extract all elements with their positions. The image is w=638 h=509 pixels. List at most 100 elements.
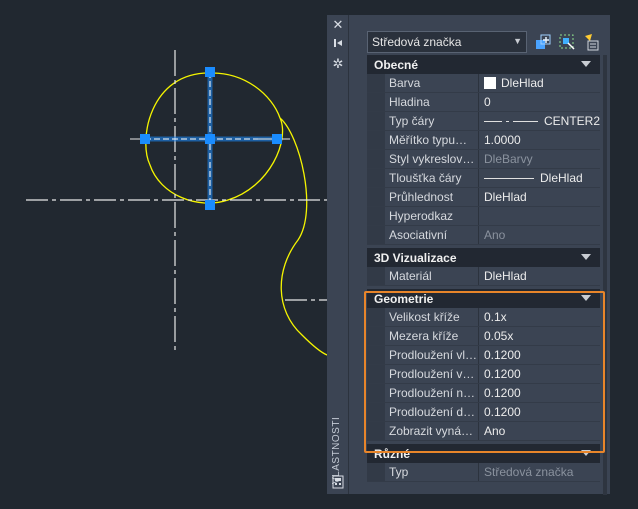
property-value[interactable]	[479, 207, 600, 225]
property-label: Prodloužení n…	[385, 384, 479, 402]
property-value[interactable]: 0.1x	[479, 308, 600, 326]
select-objects-icon[interactable]	[557, 32, 577, 52]
property-value-text: DleHlad	[501, 76, 544, 90]
collapse-caret-icon[interactable]	[581, 254, 591, 260]
collapse-caret-icon[interactable]	[581, 295, 591, 301]
property-label: Průhlednost	[385, 188, 479, 206]
row-gutter	[367, 384, 385, 402]
property-row[interactable]: Materiál DleHlad	[367, 267, 600, 286]
row-gutter	[367, 74, 385, 92]
row-gutter	[367, 403, 385, 421]
property-label: Velikost kříže	[385, 308, 479, 326]
section-header-0[interactable]: Obecné	[367, 55, 600, 74]
property-row[interactable]: Asociativní Ano	[367, 226, 600, 245]
section-header-1[interactable]: 3D Vizualizace	[367, 248, 600, 267]
row-gutter	[367, 150, 385, 168]
property-value-text: Ano	[484, 424, 506, 438]
property-row[interactable]: Typ Středová značka	[367, 463, 600, 482]
property-value[interactable]: 0	[479, 93, 600, 111]
property-row[interactable]: Velikost kříže 0.1x	[367, 308, 600, 327]
property-label: Asociativní	[385, 226, 479, 244]
section-header-3[interactable]: Různé	[367, 444, 600, 463]
row-gutter	[367, 346, 385, 364]
row-gutter	[367, 169, 385, 187]
settings-icon[interactable]: ✲	[330, 56, 346, 72]
property-value[interactable]: 1.0000	[479, 131, 600, 149]
property-value[interactable]: Ano	[479, 422, 600, 440]
palette-scrollbar[interactable]	[602, 55, 608, 495]
property-value[interactable]: CENTER2	[479, 112, 600, 130]
property-row[interactable]: Průhlednost DleHlad	[367, 188, 600, 207]
property-label: Tloušťka čáry	[385, 169, 479, 187]
property-value-text: Středová značka	[484, 465, 574, 479]
property-row[interactable]: Typ čáry CENTER2	[367, 112, 600, 131]
section-title: Různé	[374, 447, 410, 461]
toggle-pickadd-icon[interactable]	[533, 32, 553, 52]
grip-bottom[interactable]	[205, 200, 215, 210]
property-value[interactable]: Ano	[479, 226, 600, 244]
property-value-text: DleBarvy	[484, 152, 533, 166]
property-value-text: DleHlad	[484, 269, 527, 283]
property-value[interactable]: DleHlad	[479, 74, 600, 92]
property-value[interactable]: DleHlad	[479, 267, 600, 285]
property-label: Styl vykreslov…	[385, 150, 479, 168]
property-value-text: CENTER2	[544, 114, 600, 128]
section-title: Geometrie	[374, 292, 434, 306]
property-value[interactable]: DleHlad	[479, 169, 600, 187]
property-row[interactable]: Hladina 0	[367, 93, 600, 112]
property-value-text: 0.1200	[484, 405, 521, 419]
autohide-icon[interactable]	[330, 37, 346, 53]
property-row[interactable]: Prodloužení n… 0.1200	[367, 384, 600, 403]
grip-center[interactable]	[205, 134, 215, 144]
property-row[interactable]: Mezera kříže 0.05x	[367, 327, 600, 346]
close-icon[interactable]: ✕	[330, 17, 346, 33]
grip-right[interactable]	[272, 134, 282, 144]
property-value-text: 0.1200	[484, 367, 521, 381]
grip-top[interactable]	[205, 67, 215, 77]
property-label: Typ čáry	[385, 112, 479, 130]
property-row[interactable]: Prodloužení vl… 0.1200	[367, 346, 600, 365]
chevron-down-icon: ▼	[513, 36, 522, 46]
property-label: Barva	[385, 74, 479, 92]
property-value[interactable]: 0.1200	[479, 365, 600, 383]
row-gutter	[367, 327, 385, 345]
property-value[interactable]: Středová značka	[479, 463, 600, 481]
property-value[interactable]: 0.05x	[479, 327, 600, 345]
property-value-text: 0.05x	[484, 329, 514, 343]
property-row[interactable]: Styl vykreslov… DleBarvy	[367, 150, 600, 169]
property-value-text: DleHlad	[484, 190, 527, 204]
collapse-caret-icon[interactable]	[581, 450, 591, 456]
property-row[interactable]: Prodloužení d… 0.1200	[367, 403, 600, 422]
property-row[interactable]: Hyperodkaz	[367, 207, 600, 226]
section-title: 3D Vizualizace	[374, 251, 457, 265]
grip-left[interactable]	[140, 134, 150, 144]
property-row[interactable]: Tloušťka čáry DleHlad	[367, 169, 600, 188]
property-value[interactable]: DleBarvy	[479, 150, 600, 168]
property-value[interactable]: DleHlad	[479, 188, 600, 206]
object-type-dropdown[interactable]: Středová značka ▼	[367, 31, 527, 53]
color-swatch-icon	[484, 77, 496, 89]
collapse-caret-icon[interactable]	[581, 61, 591, 67]
property-label: Materiál	[385, 267, 479, 285]
calculator-icon[interactable]	[330, 475, 346, 491]
palette-side-strip: ✕ ✲ VLASTNOSTI	[327, 15, 349, 494]
circle-arc[interactable]	[209, 72, 281, 119]
property-row[interactable]: Prodloužení v… 0.1200	[367, 365, 600, 384]
row-gutter	[367, 365, 385, 383]
row-gutter	[367, 188, 385, 206]
property-value[interactable]: 0.1200	[479, 384, 600, 402]
property-row[interactable]: Zobrazit vyná… Ano	[367, 422, 600, 441]
property-value[interactable]: 0.1200	[479, 403, 600, 421]
section-header-2[interactable]: Geometrie	[367, 289, 600, 308]
row-gutter	[367, 207, 385, 225]
curve-geometry[interactable]	[145, 72, 328, 356]
property-label: Prodloužení vl…	[385, 346, 479, 364]
section-title: Obecné	[374, 58, 419, 72]
row-gutter	[367, 463, 385, 481]
property-row[interactable]: Barva DleHlad	[367, 74, 600, 93]
property-value-text: 1.0000	[484, 133, 521, 147]
property-label: Hladina	[385, 93, 479, 111]
property-value[interactable]: 0.1200	[479, 346, 600, 364]
property-row[interactable]: Měřítko typu… 1.0000	[367, 131, 600, 150]
quick-select-icon[interactable]	[581, 32, 601, 52]
